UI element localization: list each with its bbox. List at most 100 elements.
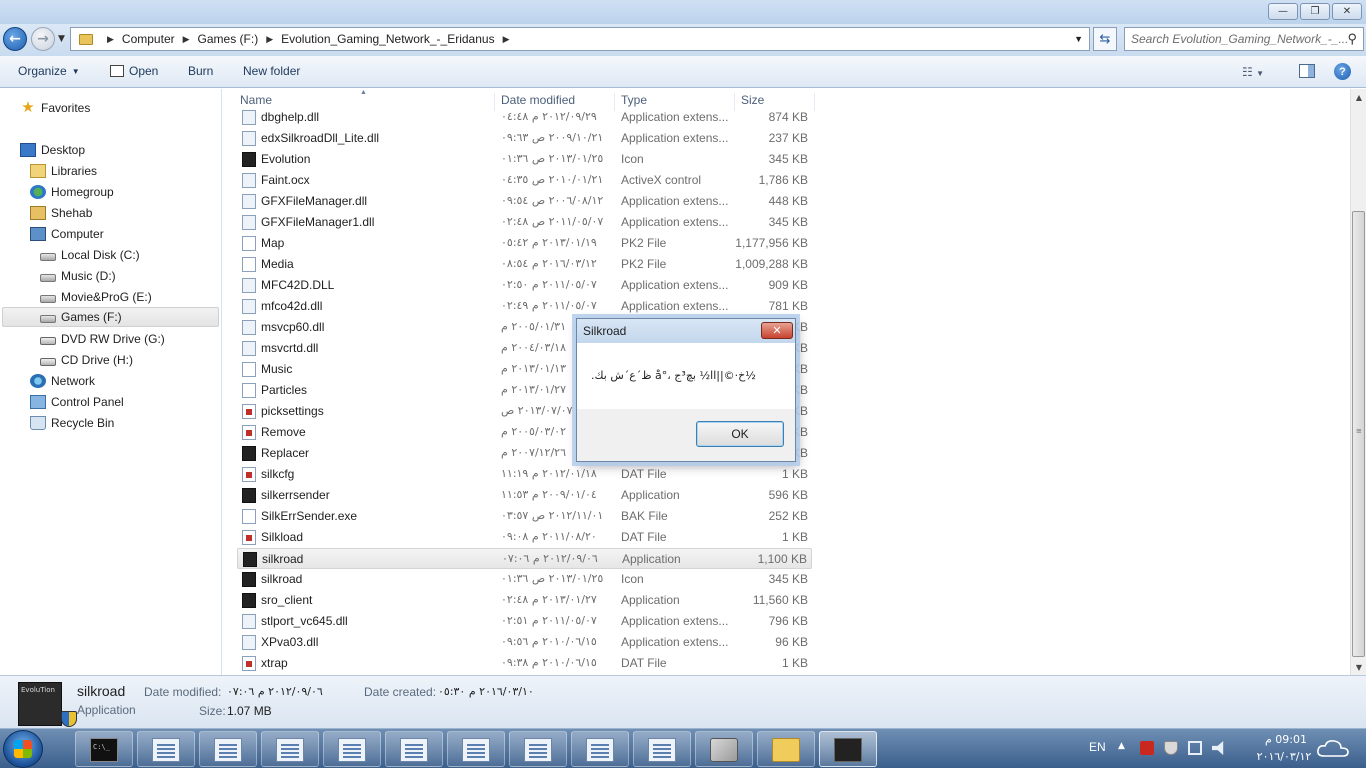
file-date-modified: ٢٠١٣/٠١/١٣ م — [501, 362, 566, 375]
breadcrumb-computer[interactable]: Computer ▶ — [122, 32, 198, 46]
nav-libraries[interactable]: Libraries — [30, 161, 97, 181]
nav-control-panel[interactable]: Control Panel — [30, 392, 124, 412]
nav-drive-g[interactable]: DVD RW Drive (G:) — [40, 329, 165, 349]
file-row[interactable]: Faint.ocx ٢٠١٠/٠١/٢١ ص ٠٤:٣٥ ActiveX contr… — [237, 170, 812, 191]
nav-user-folder[interactable]: Shehab — [30, 203, 92, 223]
file-row[interactable]: silkcfg ٢٠١٢/٠١/١٨ م ١١:١٩ DAT File 1 KB — [237, 464, 812, 485]
file-row[interactable]: xtrap ٢٠١٠/٠٦/١٥ م ٠٩:٣٨ DAT File 1 KB — [237, 653, 812, 674]
maximize-button[interactable]: ❐ — [1300, 3, 1330, 20]
file-row[interactable]: silkroad ٢٠١٢/٠٩/٠٦ م ٠٧:٠٦ Application 1,1… — [237, 548, 812, 569]
file-row[interactable]: silkroad ٢٠١٣/٠١/٢٥ ص ٠١:٣٦ Icon 345 KB — [237, 569, 812, 590]
address-bar[interactable]: ▶ Computer ▶ Games (F:) ▶ Evolution_Gaming… — [70, 27, 1090, 51]
nav-drive-h[interactable]: CD Drive (H:) — [40, 350, 133, 370]
cloud-icon[interactable] — [1316, 738, 1350, 758]
preview-pane-button[interactable] — [1299, 64, 1315, 78]
taskbar-window-1[interactable] — [137, 731, 195, 767]
taskbar-silkroad[interactable] — [819, 731, 877, 767]
search-input[interactable]: Search Evolution_Gaming_Network_-_... ⚲ — [1124, 27, 1364, 51]
file-row[interactable]: stlport_vc645.dll ٢٠١١/٠٥/٠٧ م ٠٢:٥١ Appli… — [237, 611, 812, 632]
file-row[interactable]: Media ٢٠١٦/٠٣/١٢ م ٠٨:٥٤ PK2 File 1,009,288… — [237, 254, 812, 275]
vertical-scrollbar[interactable]: ▲ ≡ ▼ — [1350, 89, 1366, 675]
dll-icon — [242, 278, 256, 293]
window-icon — [152, 738, 180, 762]
file-row[interactable]: Evolution ٢٠١٣/٠١/٢٥ ص ٠١:٣٦ Icon 345 KB — [237, 149, 812, 170]
minimize-button[interactable]: — — [1268, 3, 1298, 20]
file-row[interactable]: mfco42d.dll ٢٠١١/٠٥/٠٧ م ٠٢:٤٩ Application… — [237, 296, 812, 317]
nav-drive-e[interactable]: Movie&ProG (E:) — [40, 287, 152, 307]
clock-time[interactable]: 09:01 م — [1256, 733, 1316, 746]
taskbar-window-8[interactable] — [571, 731, 629, 767]
file-row[interactable]: dbghelp.dll ٢٠١٢/٠٩/٢٩ م ٠٤:٤٨ Application… — [237, 107, 812, 128]
file-date-modified: ٢٠١٢/١١/٠١ ص ٠٣:٥٧ — [501, 509, 604, 522]
file-row[interactable]: silkerrsender ٢٠٠٩/٠١/٠٤ م ١١:٥٣ Applicati… — [237, 485, 812, 506]
nav-recycle-bin[interactable]: Recycle Bin — [30, 413, 114, 433]
dat-icon — [242, 530, 256, 545]
file-type: Application extens... — [621, 131, 729, 145]
burn-button[interactable]: Burn — [188, 64, 213, 78]
dialog-close-button[interactable]: ✕ — [761, 322, 793, 339]
help-button[interactable]: ? — [1334, 63, 1351, 80]
open-button[interactable]: Open — [110, 64, 158, 78]
scroll-thumb[interactable]: ≡ — [1352, 211, 1365, 657]
file-name: silkroad — [262, 552, 304, 566]
file-size: 1 KB — [781, 530, 808, 544]
nav-favorites[interactable]: ★ Favorites — [20, 98, 90, 118]
homegroup-icon — [30, 185, 46, 199]
back-button[interactable]: ← — [3, 27, 27, 51]
scroll-up-button[interactable]: ▲ — [1351, 89, 1366, 105]
taskbar-window-7[interactable] — [509, 731, 567, 767]
file-type: Application — [622, 552, 681, 566]
search-icon[interactable]: ⚲ — [1347, 31, 1357, 47]
file-row[interactable]: edxSilkroadDll_Lite.dll ٢٠٠٩/١٠/٢١ ص ٠٩:٦… — [237, 128, 812, 149]
file-row[interactable]: GFXFileManager.dll ٢٠٠٦/٠٨/١٢ ص ٠٩:٥٤ Appl… — [237, 191, 812, 212]
help-icon: ? — [1339, 65, 1346, 78]
volume-icon[interactable] — [1212, 741, 1224, 755]
taskbar-tools[interactable] — [695, 731, 753, 767]
nav-computer[interactable]: Computer — [30, 224, 104, 244]
dll-icon — [242, 341, 256, 356]
taskbar-explorer[interactable] — [757, 731, 815, 767]
file-row[interactable]: GFXFileManager1.dll ٢٠١١/٠٥/٠٧ ص ٠٢:٤٨ App… — [237, 212, 812, 233]
nav-homegroup[interactable]: Homegroup — [30, 182, 114, 202]
close-button[interactable]: ✕ — [1332, 3, 1362, 20]
taskbar-window-3[interactable] — [261, 731, 319, 767]
scroll-down-button[interactable]: ▼ — [1351, 659, 1366, 675]
taskbar-window-2[interactable] — [199, 731, 257, 767]
refresh-button[interactable]: ⇆ — [1093, 27, 1117, 51]
nav-drive-f[interactable]: Games (F:) — [2, 307, 219, 327]
taskbar-window-4[interactable] — [323, 731, 381, 767]
taskbar-window-6[interactable] — [447, 731, 505, 767]
breadcrumb-current-folder[interactable]: Evolution_Gaming_Network_-_Eridanus ▶ — [281, 32, 517, 46]
address-dropdown-icon[interactable]: ▼ — [1074, 34, 1083, 44]
dialog-ok-button[interactable]: OK — [696, 421, 784, 447]
new-folder-button[interactable]: New folder — [243, 64, 300, 78]
breadcrumb-games-drive[interactable]: Games (F:) ▶ — [198, 32, 282, 46]
forward-button[interactable]: → — [31, 27, 55, 51]
hard-drive-icon — [40, 295, 56, 303]
taskbar-window-5[interactable] — [385, 731, 443, 767]
breadcrumb-separator-root[interactable]: ▶ — [99, 34, 122, 45]
language-indicator[interactable]: EN — [1089, 740, 1106, 754]
taskbar-cmd[interactable] — [75, 731, 133, 767]
nav-network[interactable]: Network — [30, 371, 95, 391]
nav-drive-d[interactable]: Music (D:) — [40, 266, 116, 286]
file-row[interactable]: MFC42D.DLL ٢٠١١/٠٥/٠٧ م ٠٢:٥٠ Application … — [237, 275, 812, 296]
file-row[interactable]: SilkErrSender.exe ٢٠١٢/١١/٠١ ص ٠٣:٥٧ BAK F… — [237, 506, 812, 527]
nav-desktop[interactable]: Desktop — [20, 140, 85, 160]
action-center-icon[interactable] — [1164, 741, 1178, 755]
file-row[interactable]: Map ٢٠١٣/٠١/١٩ م ٠٥:٤٢ PK2 File 1,177,956 K… — [237, 233, 812, 254]
show-hidden-icons-button[interactable]: ▲ — [1118, 741, 1125, 751]
organize-button[interactable]: Organize ▼ — [18, 64, 80, 78]
nav-drive-c[interactable]: Local Disk (C:) — [40, 245, 140, 265]
change-view-button[interactable]: ☷ ▼ — [1242, 65, 1264, 79]
flash-icon[interactable] — [1140, 741, 1154, 755]
file-name: edxSilkroadDll_Lite.dll — [261, 131, 380, 145]
start-button[interactable] — [3, 730, 43, 768]
file-row[interactable]: Silkload ٢٠١١/٠٨/٢٠ م ٠٩:٠٨ DAT File 1 KB — [237, 527, 812, 548]
recent-pages-dropdown[interactable]: ▼ — [58, 34, 65, 44]
taskbar-window-9[interactable] — [633, 731, 691, 767]
clock-date[interactable]: ٢٠١٦/٠٣/١٢ — [1242, 750, 1326, 763]
network-status-icon[interactable] — [1188, 741, 1202, 755]
file-row[interactable]: sro_client ٢٠١٣/٠١/٢٧ م ٠٢:٤٨ Application 1… — [237, 590, 812, 611]
file-row[interactable]: XPva03.dll ٢٠١٠/٠٦/١٥ م ٠٩:٥٦ Application … — [237, 632, 812, 653]
